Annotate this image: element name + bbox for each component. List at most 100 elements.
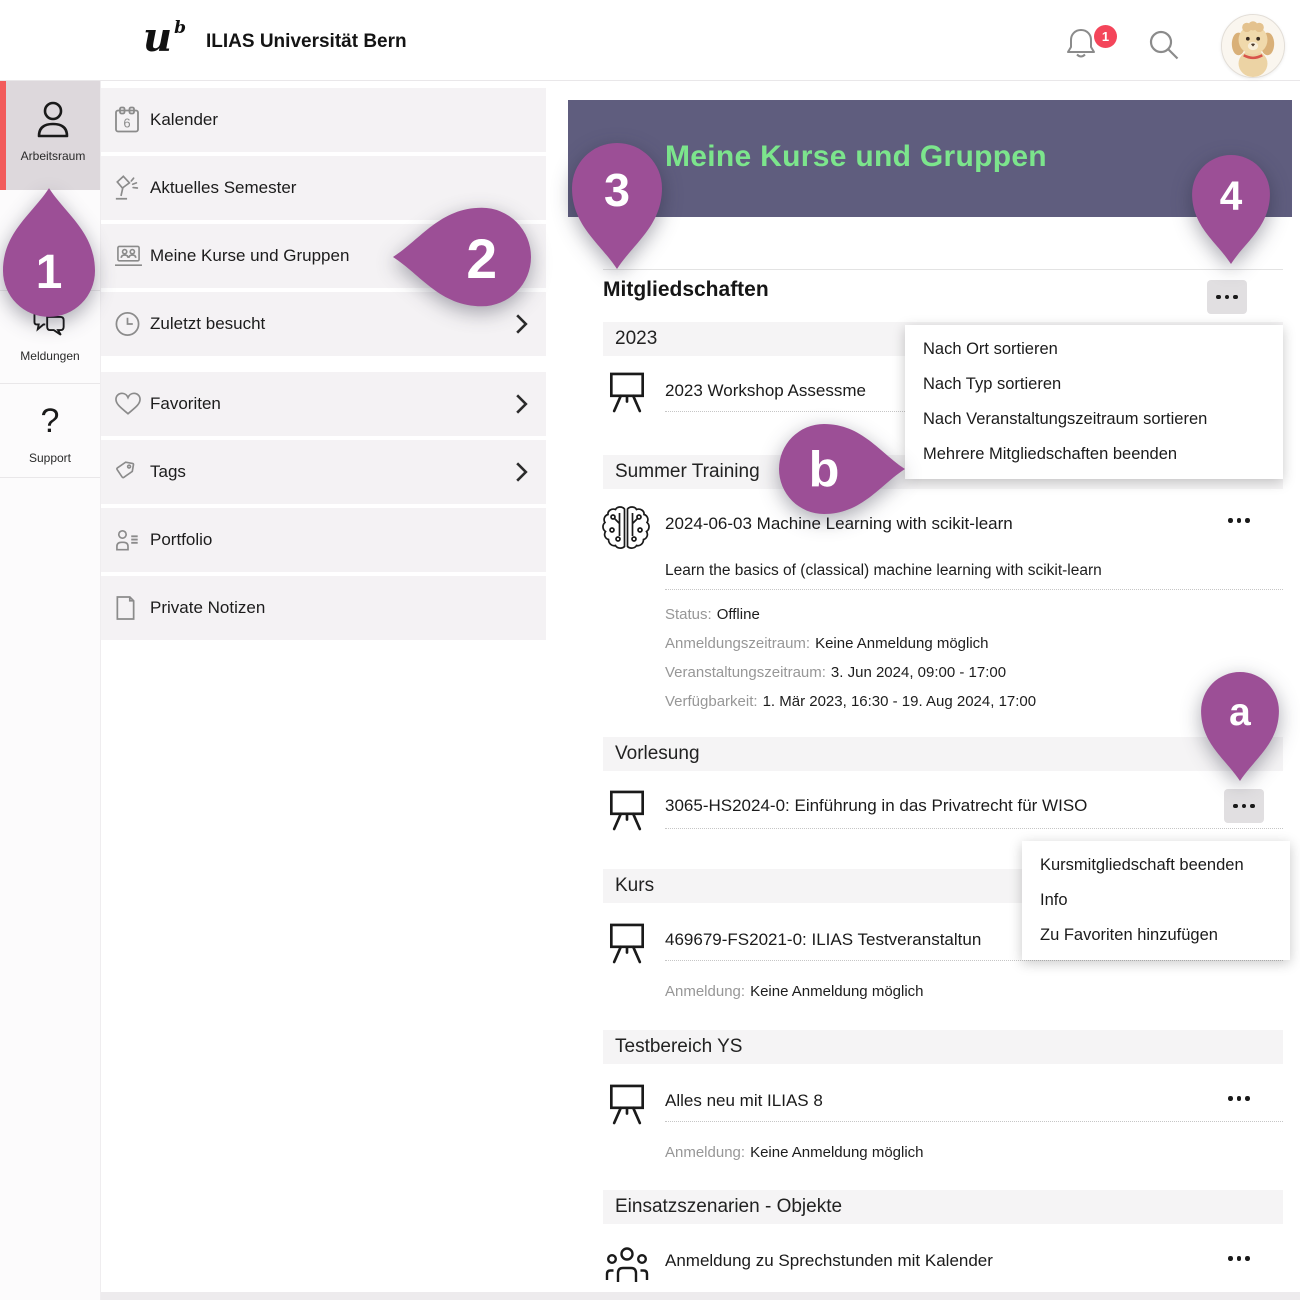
sidebar-item-tags[interactable]: Tags — [100, 440, 546, 504]
ellipsis-icon — [1216, 295, 1238, 300]
banner-title: Meine Kurse und Gruppen — [568, 100, 1292, 174]
sidebar-item-meine-kurse-und-gruppen[interactable]: Meine Kurse und Gruppen — [100, 224, 546, 288]
sidebar-item-kalender[interactable]: 6 Kalender — [100, 88, 546, 152]
menu-item-end-multiple-memberships[interactable]: Mehrere Mitgliedschaften beenden — [905, 437, 1283, 472]
portfolio-icon — [114, 528, 142, 552]
university-logo[interactable]: ub — [143, 14, 184, 61]
rail-tab-meldungen[interactable]: Meldungen — [0, 302, 100, 392]
question-mark-icon: ? — [35, 402, 65, 442]
logo-sup: b — [174, 18, 186, 38]
rail-tab-arbeitsraum[interactable]: Arbeitsraum — [0, 80, 100, 190]
courses-groups-icon — [114, 244, 143, 269]
menu-item-end-course-membership[interactable]: Kursmitgliedschaft beenden — [1022, 848, 1290, 883]
top-header: ub ILIAS Universität Bern 1 — [0, 0, 1300, 81]
bell-icon — [1064, 26, 1098, 62]
calendar-icon: 6 — [114, 106, 140, 134]
tag-icon — [114, 459, 140, 485]
item-actions-button[interactable] — [1226, 1256, 1252, 1266]
svg-text:a: a — [1229, 691, 1251, 734]
course-link-ilias8[interactable]: Alles neu mit ILIAS 8 — [665, 1091, 1205, 1111]
course-link-testveranstaltung[interactable]: 469679-FS2021-0: ILIAS Testveranstaltun — [665, 930, 1022, 950]
search-icon — [1147, 28, 1181, 62]
course-icon — [608, 788, 646, 832]
item-actions-button[interactable] — [1226, 518, 1252, 528]
content-divider — [603, 269, 1283, 270]
course-icon — [608, 370, 646, 414]
group-header-vorlesung: Vorlesung — [603, 737, 1283, 771]
heart-icon — [114, 392, 142, 417]
rail-separator — [0, 290, 100, 291]
property-row: Anmeldungszeitraum:Keine Anmeldung mögli… — [665, 629, 1036, 658]
course-properties: Anmeldung:Keine Anmeldung möglich — [665, 977, 924, 1006]
chat-bubbles-icon — [31, 308, 69, 340]
user-avatar[interactable] — [1221, 14, 1285, 78]
rail-separator — [0, 383, 100, 384]
note-icon — [114, 595, 137, 622]
membership-actions-button[interactable] — [1207, 280, 1247, 314]
menu-item-info[interactable]: Info — [1022, 883, 1290, 918]
sidebar-item-label: Zuletzt besucht — [150, 314, 265, 334]
item-actions-button[interactable] — [1226, 1096, 1252, 1106]
bottom-edge — [0, 1292, 1300, 1300]
property-row: Verfügbarkeit:1. Mär 2023, 16:30 - 19. A… — [665, 687, 1036, 716]
search-button[interactable] — [1147, 28, 1181, 62]
course-actions-button-open[interactable] — [1224, 789, 1264, 823]
chevron-right-icon — [515, 393, 528, 415]
ilias-app: ub ILIAS Universität Bern 1 — [0, 0, 1300, 1300]
dog-avatar-image — [1222, 15, 1284, 77]
page-banner: Meine Kurse und Gruppen — [568, 100, 1292, 217]
sidebar-item-zuletzt-besucht[interactable]: Zuletzt besucht — [100, 292, 546, 356]
course-icon — [608, 921, 646, 965]
rail-tab-label: Meldungen — [0, 349, 100, 363]
course-link-workshop[interactable]: 2023 Workshop Assessme — [665, 381, 908, 401]
course-properties: Anmeldung:Keine Anmeldung möglich — [665, 1138, 924, 1167]
sidebar-item-label: Portfolio — [150, 530, 212, 550]
chevron-right-icon — [515, 461, 528, 483]
rail-tab-label: Arbeitsraum — [6, 149, 100, 163]
course-description: Learn the basics of (classical) machine … — [665, 562, 1102, 580]
main-rail: Arbeitsraum Meldungen ? Support — [0, 80, 101, 1300]
clock-icon — [114, 311, 141, 338]
brain-circuit-icon — [600, 503, 652, 553]
course-icon — [608, 1082, 646, 1126]
sidebar-item-label: Favoriten — [150, 394, 221, 414]
rail-tab-label: Support — [0, 451, 100, 465]
sidebar-item-label: Meine Kurse und Gruppen — [150, 246, 349, 266]
menu-item-sort-by-type[interactable]: Nach Typ sortieren — [905, 367, 1283, 402]
menu-item-sort-by-event-period[interactable]: Nach Veranstaltungszeitraum sortieren — [905, 402, 1283, 437]
sidebar-item-private-notizen[interactable]: Private Notizen — [100, 576, 546, 640]
section-heading: Mitgliedschaften — [603, 278, 769, 302]
property-row: Anmeldung:Keine Anmeldung möglich — [665, 1138, 924, 1167]
logo-u: u — [143, 14, 172, 61]
item-separator — [665, 1120, 1283, 1122]
ellipsis-icon — [1226, 518, 1252, 523]
svg-text:?: ? — [41, 402, 60, 440]
notifications-button[interactable] — [1064, 26, 1098, 62]
course-properties: Status:Offline Anmeldungszeitraum:Keine … — [665, 600, 1036, 716]
ellipsis-icon — [1226, 1096, 1252, 1101]
property-row: Veranstaltungszeitraum:3. Jun 2024, 09:0… — [665, 658, 1036, 687]
person-icon — [35, 100, 71, 140]
menu-item-add-to-favorites[interactable]: Zu Favoriten hinzufügen — [1022, 918, 1290, 953]
course-link-machine-learning[interactable]: 2024-06-03 Machine Learning with scikit-… — [665, 514, 1205, 534]
sidebar-item-label: Kalender — [150, 110, 218, 130]
sidebar-item-portfolio[interactable]: Portfolio — [100, 508, 546, 572]
sidebar-item-aktuelles-semester[interactable]: Aktuelles Semester — [100, 156, 546, 220]
chevron-right-icon — [515, 313, 528, 335]
menu-item-sort-by-location[interactable]: Nach Ort sortieren — [905, 332, 1283, 367]
rail-tab-support[interactable]: ? Support — [0, 398, 100, 488]
course-link-privatrecht[interactable]: 3065-HS2024-0: Einführung in das Privatr… — [665, 796, 1210, 816]
item-separator — [665, 827, 1283, 829]
desk-lamp-icon — [114, 174, 142, 202]
notification-badge: 1 — [1094, 25, 1117, 48]
sidebar-item-favoriten[interactable]: Favoriten — [100, 372, 546, 436]
group-header-testbereich-ys: Testbereich YS — [603, 1030, 1283, 1064]
sidebar-item-label: Tags — [150, 462, 186, 482]
course-link-sprechstunden[interactable]: Anmeldung zu Sprechstunden mit Kalender — [665, 1251, 1205, 1271]
page-title: ILIAS Universität Bern — [206, 0, 407, 80]
group-people-icon — [604, 1242, 650, 1286]
sort-dropdown-menu: Nach Ort sortieren Nach Typ sortieren Na… — [905, 325, 1283, 479]
ellipsis-icon — [1233, 804, 1255, 809]
property-row: Status:Offline — [665, 600, 1036, 629]
course-dropdown-menu: Kursmitgliedschaft beenden Info Zu Favor… — [1022, 841, 1290, 960]
